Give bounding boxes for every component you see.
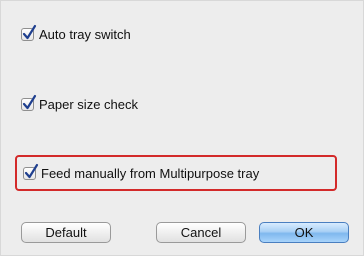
feed-manually-label: Feed manually from Multipurpose tray xyxy=(41,165,260,181)
feed-manually-checkbox[interactable] xyxy=(23,163,39,180)
checkmark-icon xyxy=(22,94,37,109)
feed-manually-option[interactable]: Feed manually from Multipurpose tray xyxy=(23,163,260,182)
paper-size-check-option[interactable]: Paper size check xyxy=(21,94,138,113)
cancel-button[interactable]: Cancel xyxy=(156,222,246,243)
checkmark-icon xyxy=(22,24,37,39)
auto-tray-switch-option[interactable]: Auto tray switch xyxy=(21,24,131,43)
default-button[interactable]: Default xyxy=(21,222,111,243)
paper-size-check-label: Paper size check xyxy=(39,96,138,112)
auto-tray-switch-checkbox[interactable] xyxy=(21,24,37,41)
paper-size-check-checkbox[interactable] xyxy=(21,94,37,111)
auto-tray-switch-label: Auto tray switch xyxy=(39,26,131,42)
ok-button[interactable]: OK xyxy=(259,222,349,243)
print-options-dialog: Auto tray switch Paper size check Feed m… xyxy=(0,0,364,256)
checkmark-icon xyxy=(24,163,39,178)
